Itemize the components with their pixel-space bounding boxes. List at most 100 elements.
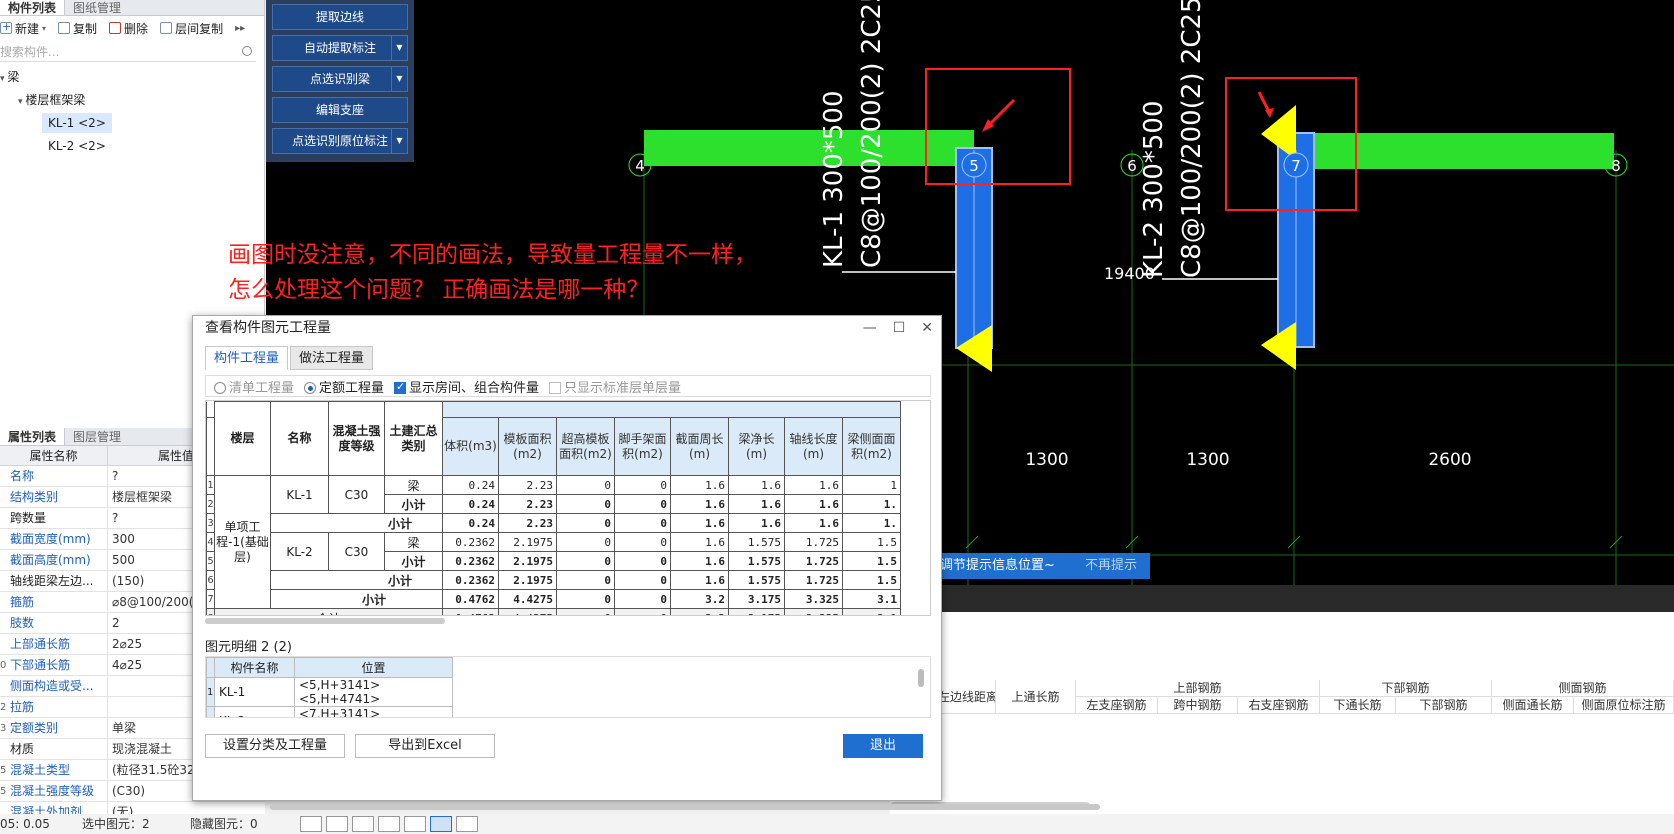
quantity-table-container[interactable]: 楼层 名称 混凝土强度等级 土建汇总类别 体积(m3) 模板面积(m2) 超高模…: [205, 400, 931, 616]
col-volume[interactable]: 体积(m3): [442, 417, 499, 476]
table-row[interactable]: 8合计0.47624.4275003.23.1753.3253.1: [206, 608, 901, 615]
delete-button[interactable]: 删除: [109, 20, 148, 37]
search-input[interactable]: 搜索构件...: [0, 45, 59, 59]
search-icon[interactable]: [242, 46, 252, 56]
tab-property-list[interactable]: 属性列表: [0, 428, 66, 445]
grade-cell: C30: [328, 475, 385, 514]
rebar-group-bottom[interactable]: 下部钢筋: [1320, 680, 1492, 697]
tree-item-kl1[interactable]: KL-1 <2>: [0, 112, 264, 135]
canvas-horizontal-scrollbar[interactable]: [270, 804, 1100, 810]
radio-bill-quantity[interactable]: 清单工程量: [214, 377, 294, 396]
table-row[interactable]: 4 KL-2 C30 梁 0.2362 2.1975 0 0 1.6 1.575 1.725 1.5: [206, 532, 901, 571]
command-button[interactable]: 自动提取标注 ▼: [272, 35, 408, 61]
export-excel-button[interactable]: 导出到Excel: [355, 734, 495, 758]
dropdown-arrow-icon[interactable]: ▼: [391, 36, 407, 60]
dim-1300-a: 1300: [1025, 450, 1068, 470]
tab-component-list[interactable]: 构件列表: [0, 0, 66, 15]
rebar-sub-bottom[interactable]: 下部钢筋: [1396, 697, 1492, 714]
close-icon[interactable]: ✕: [921, 320, 933, 336]
new-button[interactable]: 新建▾: [0, 20, 46, 37]
row-number: 5: [206, 551, 215, 571]
dropdown-arrow-icon[interactable]: ▼: [391, 67, 407, 91]
tree-group-frame-beam[interactable]: ▾ 楼层框架梁: [0, 89, 264, 112]
rebar-sub-side-inplace[interactable]: 侧面原位标注筋: [1574, 697, 1674, 714]
detail-row[interactable]: 1 KL-1 <5,H+3141><5,H+4741>: [206, 677, 453, 707]
table-row[interactable]: 6 小计 0.2362 2.1975 0 0 1.6 1.575 1.725 1.5: [206, 570, 901, 590]
table-horizontal-scrollbar[interactable]: [205, 618, 445, 624]
rebar-col-top-through[interactable]: 上通长筋: [996, 680, 1076, 714]
table-row[interactable]: 3 小计 0.24 2.23 0 0 1.6 1.6 1.6 1.: [206, 513, 901, 533]
col-scaffold-area[interactable]: 脚手架面积(m2): [614, 417, 671, 476]
tree-root-beam[interactable]: ▾ 梁: [0, 66, 264, 89]
rebar-sub-left-support[interactable]: 左支座钢筋: [1076, 697, 1158, 714]
value-cell: 2.23: [498, 494, 557, 514]
detail-position-cell: <5,H+3141><5,H+4741>: [294, 677, 453, 707]
value-cell: 0: [556, 551, 615, 571]
tree-item-kl2[interactable]: KL-2 <2>: [0, 135, 264, 158]
rebar-sub-bottom-through[interactable]: 下通长筋: [1320, 697, 1396, 714]
floor-copy-button[interactable]: 层间复制: [160, 20, 223, 37]
detail-col-position[interactable]: 位置: [294, 657, 453, 678]
tab-component-quantity[interactable]: 构件工程量: [205, 346, 289, 370]
rebar-sub-side-through[interactable]: 侧面通长筋: [1492, 697, 1574, 714]
col-name[interactable]: 名称: [270, 401, 329, 476]
rebar-col-left-distance[interactable]: 左边线距离: [938, 680, 996, 714]
rebar-sub-right-support[interactable]: 右支座钢筋: [1238, 697, 1320, 714]
col-formwork-area[interactable]: 模板面积(m2): [498, 417, 557, 476]
dropdown-arrow-icon[interactable]: ▼: [391, 129, 407, 153]
detail-table-container[interactable]: 构件名称 位置 1KL-1<5,H+3141><5,H+4741>2KL-2<7…: [205, 656, 931, 718]
component-quantity-dialog: 查看构件图元工程量 — ☐ ✕ 构件工程量 做法工程量 清单工程量 定额工程量 …: [192, 315, 942, 801]
category-cell: 梁: [384, 532, 443, 552]
dismiss-hint-link[interactable]: 不再提示: [1085, 553, 1137, 579]
select-tool-icon[interactable]: [300, 816, 322, 832]
copy-label: 复制: [73, 21, 98, 36]
tab-drawing-management[interactable]: 图纸管理: [65, 0, 129, 15]
cross-tool-icon[interactable]: [352, 816, 374, 832]
value-cell: 1.575: [728, 570, 785, 590]
line-tool-icon[interactable]: [378, 816, 400, 832]
property-row-number: [0, 529, 8, 549]
col-floor[interactable]: 楼层: [214, 401, 271, 476]
plus-tool-icon[interactable]: [404, 816, 426, 832]
command-button[interactable]: 编辑支座: [272, 97, 408, 123]
more-icon[interactable]: ▸▸: [235, 23, 245, 34]
tab-method-quantity[interactable]: 做法工程量: [290, 346, 374, 370]
command-button[interactable]: 点选识别原位标注 ▼: [272, 128, 408, 154]
arc-tool-icon[interactable]: [456, 816, 478, 832]
col-concrete-grade[interactable]: 混凝土强度等级: [328, 401, 385, 476]
value-cell: 3.175: [728, 608, 785, 615]
col-section-perimeter[interactable]: 截面周长(m): [670, 417, 729, 476]
category-cell: 小计: [384, 494, 443, 514]
copy-button[interactable]: 复制: [58, 20, 97, 37]
minimize-icon[interactable]: —: [863, 320, 877, 336]
col-summary-category[interactable]: 土建汇总类别: [384, 401, 443, 476]
radio-norm-quantity[interactable]: 定额工程量: [304, 377, 384, 396]
grid-tool-icon[interactable]: [430, 816, 452, 832]
detail-scrollbar[interactable]: [918, 669, 924, 687]
rebar-group-top[interactable]: 上部钢筋: [1076, 680, 1320, 697]
maximize-icon[interactable]: ☐: [893, 320, 906, 336]
col-axis-length[interactable]: 轴线长度(m): [784, 417, 843, 476]
checkbox-show-room[interactable]: 显示房间、组合构件量: [394, 377, 539, 396]
command-button[interactable]: 点选识别梁 ▼: [272, 66, 408, 92]
command-button[interactable]: 提取边线: [272, 4, 408, 30]
tab-layer-management[interactable]: 图层管理: [65, 428, 129, 445]
value-cell: 0: [614, 532, 671, 552]
box-select-icon[interactable]: [326, 816, 348, 832]
detail-col-component[interactable]: 构件名称: [214, 657, 295, 678]
exit-button[interactable]: 退出: [843, 734, 923, 758]
col-high-formwork[interactable]: 超高模板面积(m2): [556, 417, 615, 476]
hint-text: 调节提示信息位置~: [940, 558, 1055, 573]
rebar-sub-midspan[interactable]: 跨中钢筋: [1158, 697, 1238, 714]
col-side-area[interactable]: 梁侧面面积(m2): [842, 417, 901, 476]
table-row[interactable]: 7 小计 0.4762 4.4275 0 0 3.2 3.175 3.325 3.1: [206, 589, 901, 609]
col-net-length[interactable]: 梁净长(m): [728, 417, 785, 476]
classify-quantity-button[interactable]: 设置分类及工程量: [205, 734, 345, 758]
checkbox-standard-floor[interactable]: 只显示标准层单层量: [549, 377, 681, 396]
component-search[interactable]: 搜索构件...: [0, 42, 256, 62]
detail-row[interactable]: 2KL-2<7,H+3141><7,H+4866>: [206, 706, 453, 717]
value-cell: 2.1975: [498, 551, 557, 571]
quantity-group-header: [442, 401, 901, 418]
rebar-group-side[interactable]: 侧面钢筋: [1492, 680, 1674, 697]
table-row[interactable]: 1 单项工程-1(基础层) KL-1 C30 梁 0.24 2.23 0 0 1.6 1.6 1.6 1: [206, 475, 901, 609]
